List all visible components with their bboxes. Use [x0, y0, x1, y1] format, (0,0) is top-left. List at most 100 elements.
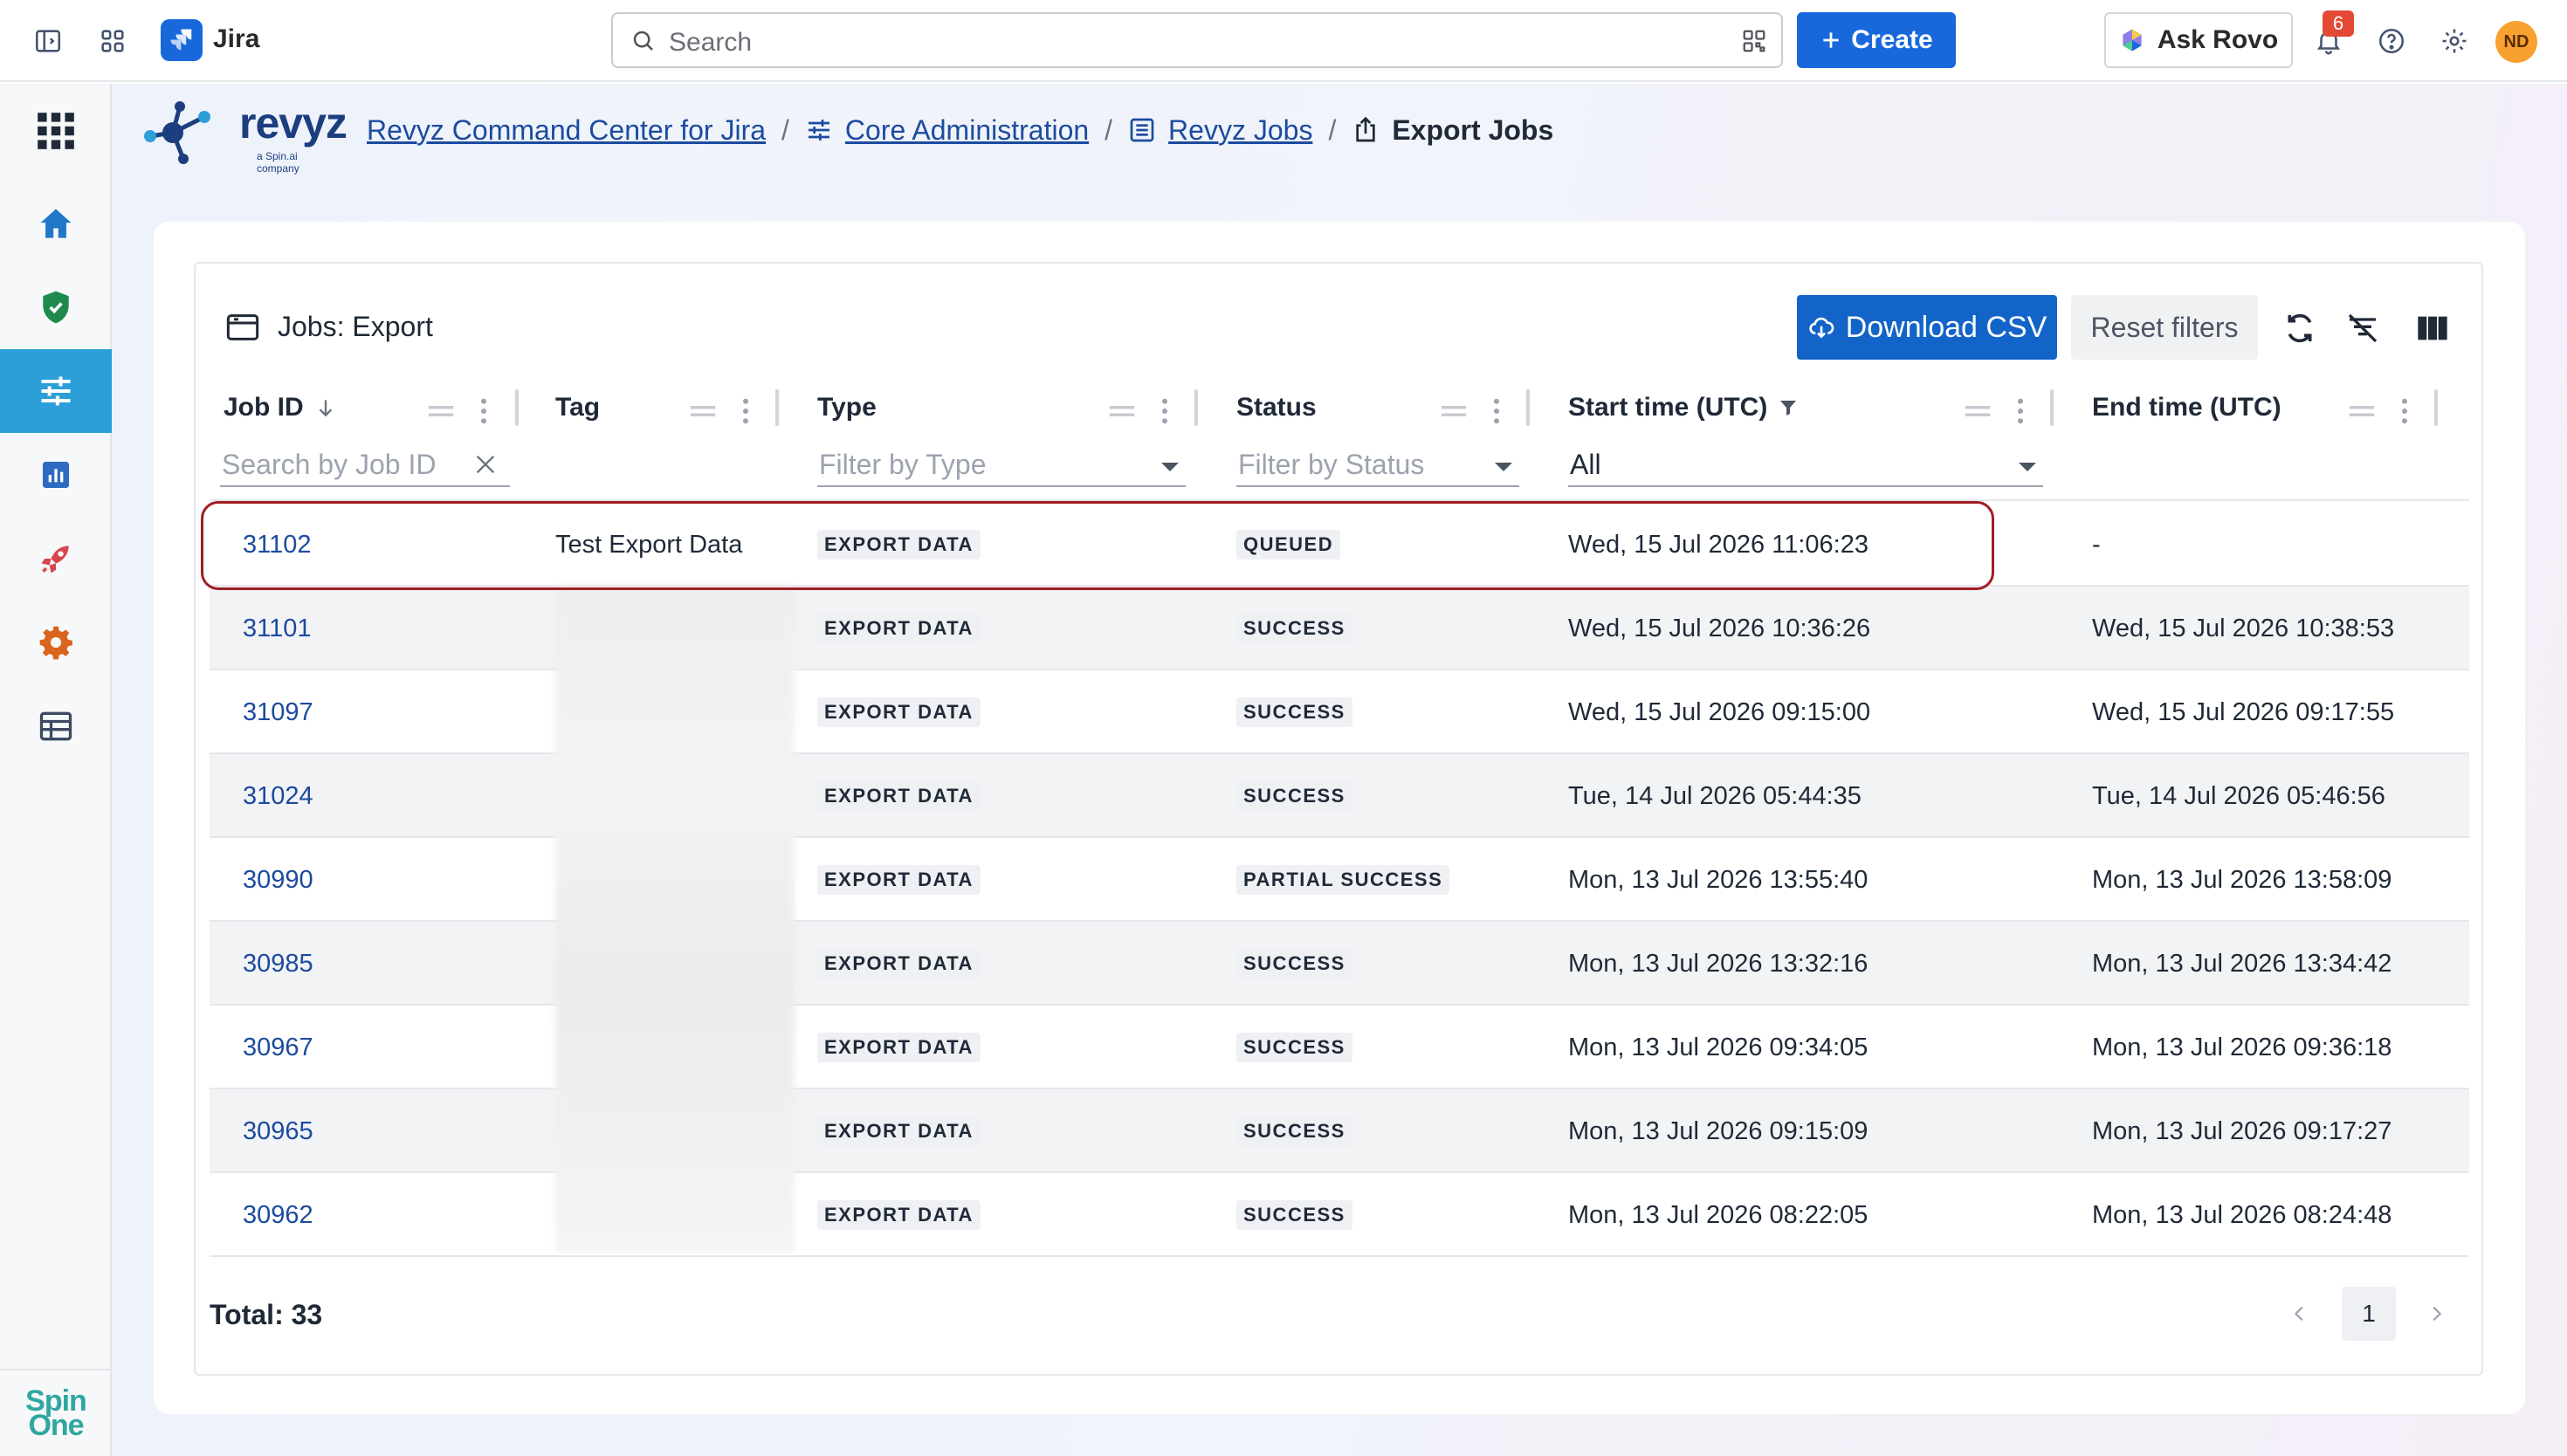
column-header-type[interactable]: Type	[817, 393, 877, 422]
start-time-filter-select[interactable]: All	[1568, 445, 2043, 487]
create-button[interactable]: Create	[1797, 12, 1956, 68]
column-header-status[interactable]: Status	[1236, 393, 1317, 422]
table-row[interactable]: 31097 EXPORT DATA SUCCESS Wed, 15 Jul 2026 …	[210, 670, 2469, 754]
column-header-start-time[interactable]: Start time (UTC)	[1568, 393, 1799, 422]
app-name[interactable]: Jira	[213, 24, 259, 54]
breadcrumb-separator: /	[781, 113, 789, 146]
column-resizer[interactable]	[2050, 389, 2054, 426]
drag-handle-icon[interactable]	[1107, 402, 1137, 421]
start-time-cell: Mon, 13 Jul 2026 13:32:16	[1568, 949, 1868, 978]
column-tag-label: Tag	[555, 393, 601, 422]
type-filter-select[interactable]: Filter by Type	[817, 445, 1186, 487]
column-type-label: Type	[817, 393, 877, 422]
job-id-cell[interactable]: 31101	[243, 587, 312, 670]
status-filter-select[interactable]: Filter by Status	[1236, 445, 1519, 487]
job-id-search-input[interactable]: Search by Job ID	[220, 445, 510, 487]
drag-handle-icon[interactable]	[1439, 402, 1469, 421]
column-header-tag[interactable]: Tag	[555, 393, 600, 422]
table-row[interactable]: 31024 EXPORT DATA SUCCESS Tue, 14 Jul 2026 …	[210, 754, 2469, 838]
cloud-download-icon	[1809, 317, 1834, 339]
column-resizer[interactable]	[2434, 389, 2438, 426]
job-id-cell[interactable]: 30985	[243, 922, 313, 1006]
page-title: Export Jobs	[1392, 113, 1554, 146]
job-id-cell[interactable]: 30990	[243, 838, 313, 922]
global-search-input[interactable]: Search	[611, 12, 1783, 68]
start-time-cell: Mon, 13 Jul 2026 08:22:05	[1568, 1200, 1868, 1229]
column-menu-icon[interactable]	[2401, 398, 2408, 424]
app-menu-grid-icon[interactable]	[0, 84, 112, 178]
sidebar-item-protection[interactable]	[0, 265, 112, 349]
table-row[interactable]: 30985 EXPORT DATA SUCCESS Mon, 13 Jul 2026 …	[210, 922, 2469, 1006]
sidebar-item-reports[interactable]	[0, 433, 112, 517]
job-id-cell[interactable]: 30965	[243, 1089, 313, 1173]
column-menu-icon[interactable]	[742, 398, 749, 424]
table-row[interactable]: 30967 EXPORT DATA SUCCESS Mon, 13 Jul 2026 …	[210, 1006, 2469, 1089]
status-cell: SUCCESS	[1236, 1006, 1352, 1089]
drag-handle-icon[interactable]	[1963, 402, 1992, 421]
table-row[interactable]: 30962 EXPORT DATA SUCCESS Mon, 13 Jul 2026 …	[210, 1173, 2469, 1257]
job-id-cell[interactable]: 30967	[243, 1006, 313, 1089]
job-id-cell[interactable]: 30962	[243, 1173, 313, 1257]
table-icon	[39, 711, 72, 741]
end-time-cell: Mon, 13 Jul 2026 13:34:42	[2092, 949, 2392, 978]
jira-logo-icon[interactable]	[161, 19, 203, 61]
columns-icon[interactable]	[2413, 309, 2452, 347]
column-status-label: Status	[1236, 393, 1317, 422]
type-cell: EXPORT DATA	[817, 1089, 981, 1173]
prev-page-button[interactable]	[2279, 1287, 2321, 1341]
status-cell: PARTIAL SUCCESS	[1236, 838, 1450, 922]
sort-arrow-down-icon[interactable]	[314, 396, 337, 419]
drag-handle-icon[interactable]	[2347, 402, 2377, 421]
table-row[interactable]: 30965 EXPORT DATA SUCCESS Mon, 13 Jul 2026 …	[210, 1089, 2469, 1173]
reset-filters-button[interactable]: Reset filters	[2071, 295, 2258, 360]
revyz-tagline: a Spin.ai company	[257, 150, 299, 175]
next-page-button[interactable]	[2415, 1287, 2457, 1341]
type-badge: EXPORT DATA	[817, 1116, 981, 1146]
drag-handle-icon[interactable]	[426, 402, 456, 421]
type-badge: EXPORT DATA	[817, 697, 981, 727]
sidebar-item-data[interactable]	[0, 684, 112, 768]
breadcrumb-core-administration[interactable]: Core Administration	[845, 114, 1089, 147]
page-number-button[interactable]: 1	[2342, 1287, 2396, 1341]
rovo-icon	[2123, 29, 2142, 52]
top-navigation-bar: Jira Search Create Ask Rovo 6 ND	[0, 0, 2567, 82]
column-menu-icon[interactable]	[2017, 398, 2024, 424]
job-id-cell[interactable]: 31024	[243, 754, 313, 838]
breadcrumb-command-center[interactable]: Revyz Command Center for Jira	[367, 114, 766, 147]
qr-scan-icon[interactable]	[1741, 28, 1767, 54]
column-menu-icon[interactable]	[1493, 398, 1500, 424]
job-id-cell[interactable]: 31097	[243, 670, 313, 754]
table-row[interactable]: 31101 EXPORT DATA SUCCESS Wed, 15 Jul 2026 …	[210, 587, 2469, 670]
column-start-time-label: Start time (UTC)	[1568, 393, 1768, 422]
drag-handle-icon[interactable]	[688, 402, 718, 421]
breadcrumb-revyz-jobs[interactable]: Revyz Jobs	[1168, 114, 1312, 147]
sidebar-item-administration[interactable]	[0, 349, 112, 433]
app-switcher-icon[interactable]	[93, 21, 133, 61]
column-resizer[interactable]	[515, 389, 519, 426]
clear-filters-icon[interactable]	[2343, 309, 2382, 347]
column-header-job-id[interactable]: Job ID	[224, 393, 337, 422]
clear-x-icon[interactable]	[473, 452, 498, 477]
user-avatar[interactable]: ND	[2495, 21, 2537, 63]
filter-funnel-icon[interactable]	[1778, 397, 1799, 418]
column-header-end-time[interactable]: End time (UTC)	[2092, 393, 2281, 422]
download-csv-button[interactable]: Download CSV	[1797, 295, 2057, 360]
column-resizer[interactable]	[775, 389, 779, 426]
status-badge: SUCCESS	[1236, 949, 1352, 979]
column-resizer[interactable]	[1194, 389, 1198, 426]
column-menu-icon[interactable]	[1161, 398, 1168, 424]
status-cell: SUCCESS	[1236, 1173, 1352, 1257]
sidebar-item-settings[interactable]	[0, 601, 112, 684]
sidebar-item-migration[interactable]	[0, 517, 112, 601]
revyz-logo[interactable]: revyz a Spin.ai company	[138, 96, 348, 175]
sidebar-toggle-icon[interactable]	[28, 21, 68, 61]
refresh-icon[interactable]	[2281, 309, 2319, 347]
settings-gear-icon[interactable]	[2434, 21, 2474, 61]
column-resizer[interactable]	[1526, 389, 1530, 426]
column-menu-icon[interactable]	[480, 398, 487, 424]
sidebar-item-home[interactable]	[0, 182, 112, 265]
help-icon[interactable]	[2371, 21, 2412, 61]
ask-rovo-button[interactable]: Ask Rovo	[2104, 12, 2293, 68]
table-row[interactable]: 30990 EXPORT DATA PARTIAL SUCCESS Mon, 13 J…	[210, 838, 2469, 922]
status-badge: SUCCESS	[1236, 1116, 1352, 1146]
